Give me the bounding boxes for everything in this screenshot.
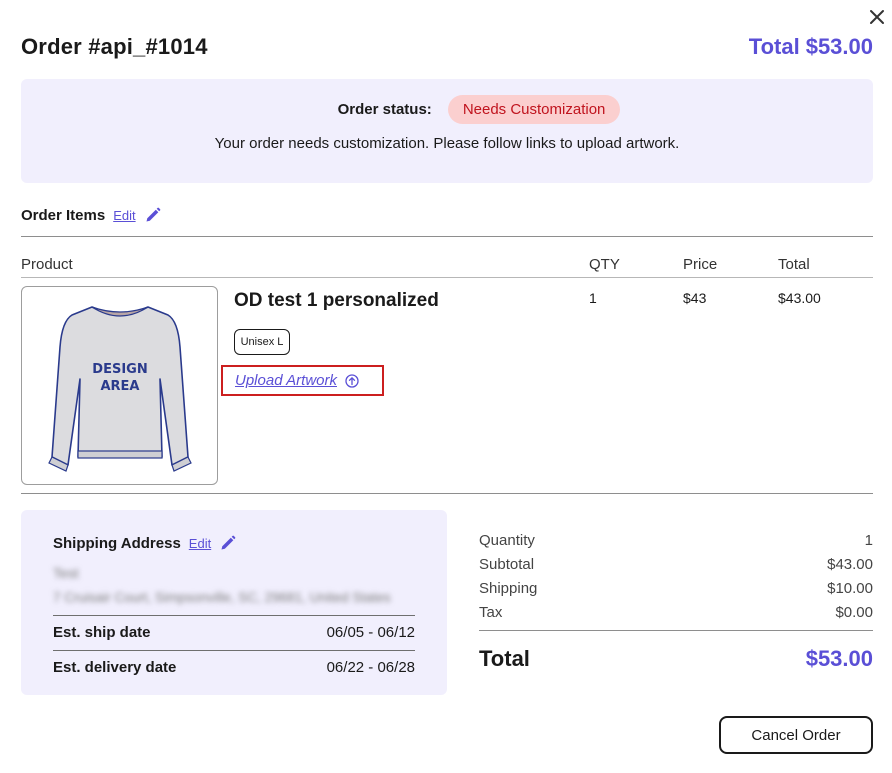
product-name: OD test 1 personalized <box>234 290 439 311</box>
shipping-title: Shipping Address <box>53 534 181 552</box>
order-total-label: Total <box>748 34 800 59</box>
est-delivery-date-value: 06/22 - 06/28 <box>326 659 415 676</box>
shipping-heading: Shipping Address Edit <box>53 534 237 552</box>
est-delivery-date-label: Est. delivery date <box>53 659 177 676</box>
column-header-price: Price <box>683 256 718 273</box>
order-summary: Quantity 1 Subtotal $43.00 Shipping $10.… <box>479 528 873 624</box>
column-header-total: Total <box>778 256 810 273</box>
order-header: Order #api_#1014 Total $53.00 <box>21 30 873 64</box>
order-total: Total $53.00 <box>749 34 873 60</box>
shipping-panel: Shipping Address Edit Test 7 Cruisair Co… <box>21 510 447 695</box>
status-badge: Needs Customization <box>447 95 621 124</box>
status-row: Order status: Needs Customization <box>21 95 873 124</box>
status-message: Your order needs customization. Please f… <box>214 135 680 152</box>
divider <box>21 493 873 494</box>
divider <box>479 630 873 631</box>
divider <box>21 236 873 237</box>
order-status-panel: Order status: Needs Customization Your o… <box>21 79 873 183</box>
row-total: $43.00 <box>778 290 821 306</box>
divider <box>53 650 415 651</box>
row-price: $43 <box>683 290 707 306</box>
grand-total-value: $53.00 <box>805 646 873 671</box>
est-ship-date-value: 06/05 - 06/12 <box>326 624 415 641</box>
row-qty: 1 <box>589 290 597 306</box>
est-ship-date-label: Est. ship date <box>53 624 151 641</box>
est-ship-date-row: Est. ship date 06/05 - 06/12 <box>53 624 415 641</box>
summary-row-shipping: Shipping $10.00 <box>479 576 873 600</box>
pencil-icon[interactable] <box>144 206 162 224</box>
close-icon <box>870 10 884 24</box>
summary-value: $0.00 <box>835 603 873 621</box>
summary-label: Tax <box>479 603 503 621</box>
upload-artwork-link[interactable]: Upload Artwork <box>221 365 384 396</box>
status-label: Order status: <box>337 101 432 118</box>
variant-chip: Unisex L <box>234 329 290 355</box>
close-button[interactable] <box>866 6 888 28</box>
shipping-address: 7 Cruisair Court, Simpsonville, SC, 2968… <box>53 590 391 605</box>
upload-circle-arrow-icon <box>345 373 359 388</box>
summary-row-quantity: Quantity 1 <box>479 528 873 552</box>
est-delivery-date-row: Est. delivery date 06/22 - 06/28 <box>53 659 415 676</box>
summary-label: Quantity <box>479 531 535 549</box>
order-items-heading: Order Items Edit <box>21 206 162 224</box>
order-total-value: $53.00 <box>805 34 873 59</box>
items-table-header: Product QTY Price Total <box>21 256 873 274</box>
design-area-text-2: AREA <box>100 379 139 394</box>
summary-row-subtotal: Subtotal $43.00 <box>479 552 873 576</box>
summary-value: $10.00 <box>827 579 873 597</box>
divider <box>53 615 415 616</box>
order-items-title: Order Items <box>21 206 106 224</box>
summary-value: 1 <box>864 531 873 549</box>
summary-row-tax: Tax $0.00 <box>479 600 873 624</box>
pencil-icon[interactable] <box>219 534 237 552</box>
order-title: Order #api_#1014 <box>21 34 208 59</box>
product-image: DESIGN AREA <box>21 286 218 485</box>
column-header-qty: QTY <box>589 256 620 273</box>
design-area-text-1: DESIGN <box>92 362 147 377</box>
shipping-edit-link[interactable]: Edit <box>189 536 211 551</box>
grand-total-label: Total <box>479 646 530 671</box>
divider <box>21 277 873 278</box>
column-header-product: Product <box>21 256 73 273</box>
grand-total-row: Total $53.00 <box>479 646 873 672</box>
shipping-name: Test <box>53 565 79 581</box>
summary-label: Subtotal <box>479 555 535 573</box>
summary-value: $43.00 <box>827 555 873 573</box>
upload-artwork-label: Upload Artwork <box>235 372 337 389</box>
cancel-order-button[interactable]: Cancel Order <box>719 716 873 754</box>
order-items-edit-link[interactable]: Edit <box>113 208 135 223</box>
summary-label: Shipping <box>479 579 538 597</box>
